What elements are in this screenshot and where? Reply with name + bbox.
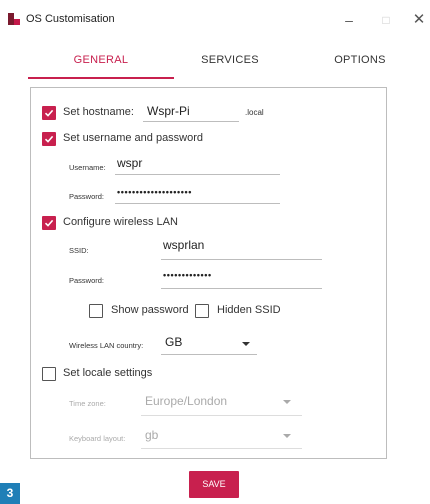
wlan-password-underline xyxy=(161,288,322,289)
ssid-label: SSID: xyxy=(69,246,89,255)
page-number-badge: 3 xyxy=(0,483,20,504)
timezone-select[interactable]: Europe/London xyxy=(145,394,227,408)
check-icon xyxy=(44,219,54,227)
wlan-checkbox[interactable] xyxy=(42,216,56,230)
hidden-ssid-checkbox[interactable] xyxy=(195,304,209,318)
wlan-country-select[interactable]: GB xyxy=(165,335,182,349)
timezone-underline xyxy=(141,415,302,416)
keyboard-layout-label: Keyboard layout: xyxy=(69,434,126,443)
keyboard-layout-underline xyxy=(141,448,302,449)
title-bar: OS Customisation – □ ✕ xyxy=(0,0,430,40)
user-password-field-label: Password: xyxy=(69,192,105,201)
user-password-underline xyxy=(115,203,280,204)
hostname-suffix: .local xyxy=(245,108,264,117)
tab-general[interactable]: GENERAL xyxy=(28,43,174,77)
hostname-input[interactable]: Wspr-Pi xyxy=(147,104,190,118)
wlan-label: Configure wireless LAN xyxy=(63,216,178,228)
user-password-input[interactable]: •••••••••••••••••••• xyxy=(117,187,192,197)
keyboard-layout-select[interactable]: gb xyxy=(145,428,158,442)
wlan-password-input[interactable]: ••••••••••••• xyxy=(163,270,212,280)
locale-checkbox[interactable] xyxy=(42,367,56,381)
wlan-country-label: Wireless LAN country: xyxy=(69,341,144,350)
user-password-label: Set username and password xyxy=(63,132,204,144)
timezone-label: Time zone: xyxy=(69,399,106,408)
general-settings-panel: Set hostname: Wspr-Pi .local Set usernam… xyxy=(30,87,387,459)
save-button[interactable]: SAVE xyxy=(189,471,239,498)
minimize-button[interactable]: – xyxy=(338,9,360,31)
hidden-ssid-label: Hidden SSID xyxy=(217,304,281,316)
chevron-down-icon[interactable] xyxy=(283,400,291,404)
close-button[interactable]: ✕ xyxy=(408,9,430,31)
hostname-label: Set hostname: xyxy=(63,106,134,118)
show-password-checkbox[interactable] xyxy=(89,304,103,318)
tab-options[interactable]: OPTIONS xyxy=(304,43,416,77)
locale-label: Set locale settings xyxy=(63,367,153,379)
check-icon xyxy=(44,109,54,117)
username-underline xyxy=(115,174,280,175)
window-title: OS Customisation xyxy=(26,13,115,25)
active-tab-indicator xyxy=(28,77,174,79)
chevron-down-icon[interactable] xyxy=(283,434,291,438)
wlan-country-underline xyxy=(161,354,257,355)
hostname-checkbox[interactable] xyxy=(42,106,56,120)
ssid-input[interactable]: wsprlan xyxy=(163,238,204,252)
username-input[interactable]: wspr xyxy=(117,156,142,170)
tab-bar: GENERAL SERVICES OPTIONS xyxy=(14,43,416,79)
app-logo-icon xyxy=(8,13,20,25)
wlan-password-label: Password: xyxy=(69,276,105,285)
user-password-checkbox[interactable] xyxy=(42,132,56,146)
hostname-underline xyxy=(143,121,239,122)
show-password-label: Show password xyxy=(111,304,189,316)
username-label: Username: xyxy=(69,163,106,172)
maximize-button[interactable]: □ xyxy=(375,9,397,31)
tab-services[interactable]: SERVICES xyxy=(174,43,286,77)
ssid-underline xyxy=(161,259,322,260)
check-icon xyxy=(44,135,54,143)
chevron-down-icon[interactable] xyxy=(242,342,250,346)
